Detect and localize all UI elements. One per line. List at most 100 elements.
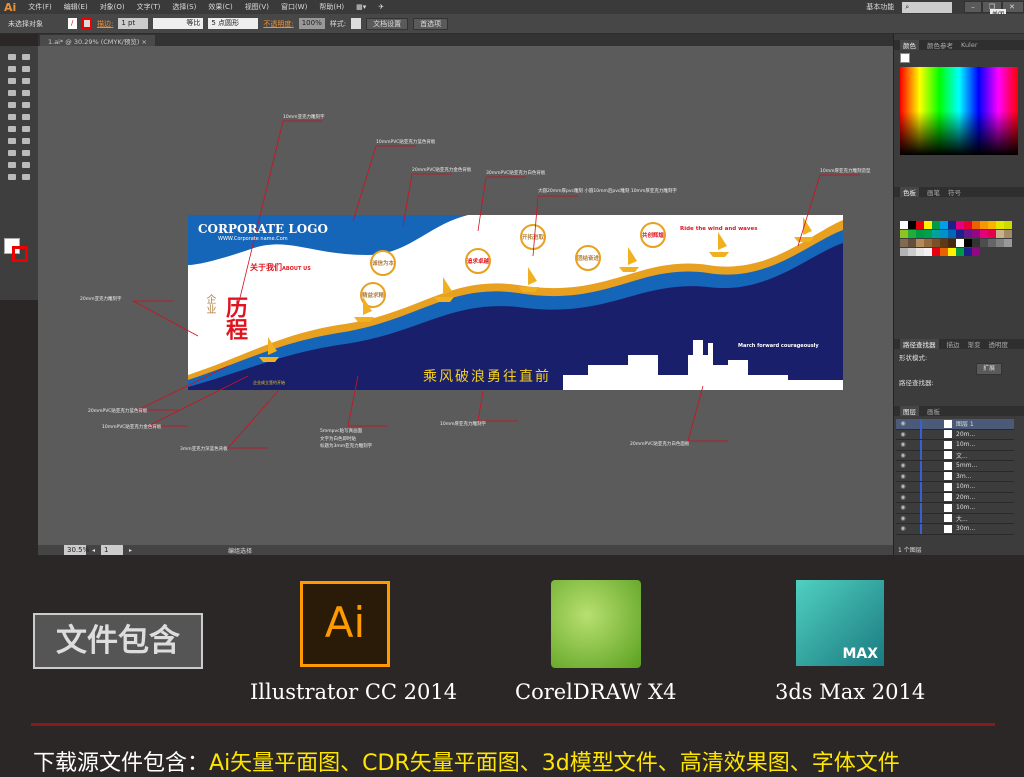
color-swatch[interactable] <box>932 248 940 256</box>
tool-button[interactable] <box>22 150 30 156</box>
visibility-eye-icon[interactable]: ◉ <box>896 462 910 469</box>
color-swatch[interactable] <box>972 239 980 247</box>
visibility-eye-icon[interactable]: ◉ <box>896 452 910 459</box>
layer-row[interactable]: ◉ 20m... <box>896 429 1014 440</box>
tool-button[interactable] <box>22 102 30 108</box>
visibility-eye-icon[interactable]: ◉ <box>896 504 910 511</box>
tool-button[interactable] <box>8 66 16 72</box>
color-swatch[interactable] <box>988 239 996 247</box>
rocket-icon[interactable]: ✈ <box>372 3 390 11</box>
tool-button[interactable] <box>8 126 16 132</box>
visibility-eye-icon[interactable]: ◉ <box>896 515 910 522</box>
layer-row[interactable]: ◉ 10m... <box>896 439 1014 451</box>
color-swatch[interactable] <box>940 221 948 229</box>
color-swatch[interactable] <box>908 239 916 247</box>
tab-symbols[interactable]: 符号 <box>948 187 961 197</box>
stroke-weight-field[interactable]: 1 pt <box>118 18 149 29</box>
color-swatch[interactable] <box>980 221 988 229</box>
tool-button[interactable] <box>22 174 30 180</box>
color-swatch[interactable] <box>956 230 964 238</box>
layer-row[interactable]: ◉ 20m... <box>896 492 1014 503</box>
layer-row[interactable]: ◉ 5mm... <box>896 460 1014 472</box>
color-swatch[interactable] <box>948 239 956 247</box>
color-swatch[interactable] <box>996 230 1004 238</box>
minimize-button[interactable]: – <box>964 1 982 13</box>
color-swatch[interactable] <box>964 239 972 247</box>
visibility-eye-icon[interactable]: ◉ <box>896 431 910 438</box>
color-swatch[interactable] <box>916 239 924 247</box>
tab-brushes[interactable]: 画笔 <box>927 187 940 197</box>
color-swatch[interactable] <box>924 239 932 247</box>
close-tab-icon[interactable]: × <box>141 38 146 46</box>
color-swatch[interactable] <box>916 221 924 229</box>
color-swatch[interactable] <box>1004 239 1012 247</box>
color-swatch[interactable] <box>964 221 972 229</box>
tool-button[interactable] <box>8 78 16 84</box>
color-swatch[interactable] <box>972 230 980 238</box>
menu-view[interactable]: 视图(V) <box>239 2 275 12</box>
color-swatch[interactable] <box>916 230 924 238</box>
page-field[interactable]: 1 <box>101 544 124 556</box>
color-swatch[interactable] <box>1004 230 1012 238</box>
color-swatch[interactable] <box>924 248 932 256</box>
opacity-label[interactable]: 不透明度: <box>263 19 293 29</box>
color-swatch[interactable] <box>1004 221 1012 229</box>
tab-gradient[interactable]: 渐变 <box>968 339 981 349</box>
tool-button[interactable] <box>22 126 30 132</box>
layer-row[interactable]: ◉ 文... <box>896 450 1014 461</box>
menu-help[interactable]: 帮助(H) <box>313 2 350 12</box>
stroke-label[interactable]: 描边: <box>97 19 113 29</box>
tool-button[interactable] <box>22 138 30 144</box>
menu-edit[interactable]: 编辑(E) <box>58 2 94 12</box>
canvas[interactable]: 诚信为本 追求卓越 开拓进取 团结奋进 共创辉煌 精益求精 CORPORATE LOGO … <box>38 46 893 545</box>
tool-button[interactable] <box>8 138 16 144</box>
stroke-color-box[interactable] <box>12 246 28 262</box>
color-swatch[interactable] <box>988 221 996 229</box>
color-swatch[interactable] <box>924 221 932 229</box>
menu-select[interactable]: 选择(S) <box>166 2 202 12</box>
opacity-field[interactable]: 100% <box>298 18 325 29</box>
tool-button[interactable] <box>22 162 30 168</box>
tool-button[interactable] <box>22 78 30 84</box>
menu-object[interactable]: 对象(O) <box>94 2 131 12</box>
brush-select[interactable]: 5 点圆形 <box>208 18 259 29</box>
tool-button[interactable] <box>8 54 16 60</box>
color-swatch[interactable] <box>900 248 908 256</box>
visibility-eye-icon[interactable]: ◉ <box>896 420 910 427</box>
variable-width-select[interactable]: 等比 <box>153 18 204 29</box>
color-swatch[interactable] <box>972 248 980 256</box>
color-swatch[interactable] <box>956 239 964 247</box>
color-swatch[interactable] <box>908 221 916 229</box>
style-swatch[interactable] <box>351 18 362 29</box>
color-swatch[interactable] <box>916 248 924 256</box>
layer-row[interactable]: ◉ 10m... <box>896 502 1014 514</box>
color-swatch[interactable] <box>948 221 956 229</box>
color-swatch[interactable] <box>900 230 908 238</box>
color-swatch[interactable] <box>956 221 964 229</box>
tool-button[interactable] <box>8 174 16 180</box>
expand-button[interactable]: 扩展 <box>976 363 1003 375</box>
workspace-switcher[interactable]: 基本功能 <box>866 2 894 12</box>
color-swatch[interactable] <box>980 239 988 247</box>
visibility-eye-icon[interactable]: ◉ <box>896 483 910 490</box>
color-swatch[interactable] <box>988 230 996 238</box>
tool-button[interactable] <box>8 90 16 96</box>
document-setup-button[interactable]: 文档设置 <box>366 17 409 30</box>
color-swatch[interactable] <box>940 248 948 256</box>
color-swatch[interactable] <box>964 248 972 256</box>
layer-row[interactable]: ◉ 10m... <box>896 481 1014 493</box>
color-swatch[interactable] <box>996 239 1004 247</box>
tool-button[interactable] <box>22 54 30 60</box>
tool-button[interactable] <box>8 150 16 156</box>
visibility-eye-icon[interactable]: ◉ <box>896 525 910 532</box>
color-swatch[interactable] <box>940 239 948 247</box>
prev-page-icon[interactable]: ◂ <box>92 547 95 554</box>
color-fill-box[interactable] <box>900 53 910 63</box>
color-swatch[interactable] <box>980 230 988 238</box>
color-swatch[interactable] <box>900 239 908 247</box>
search-input[interactable]: ⌕ <box>902 1 953 13</box>
visibility-eye-icon[interactable]: ◉ <box>896 441 910 448</box>
color-swatch[interactable] <box>900 221 908 229</box>
tab-artboards[interactable]: 画板 <box>927 406 940 416</box>
tab-color[interactable]: 颜色 <box>900 40 919 50</box>
